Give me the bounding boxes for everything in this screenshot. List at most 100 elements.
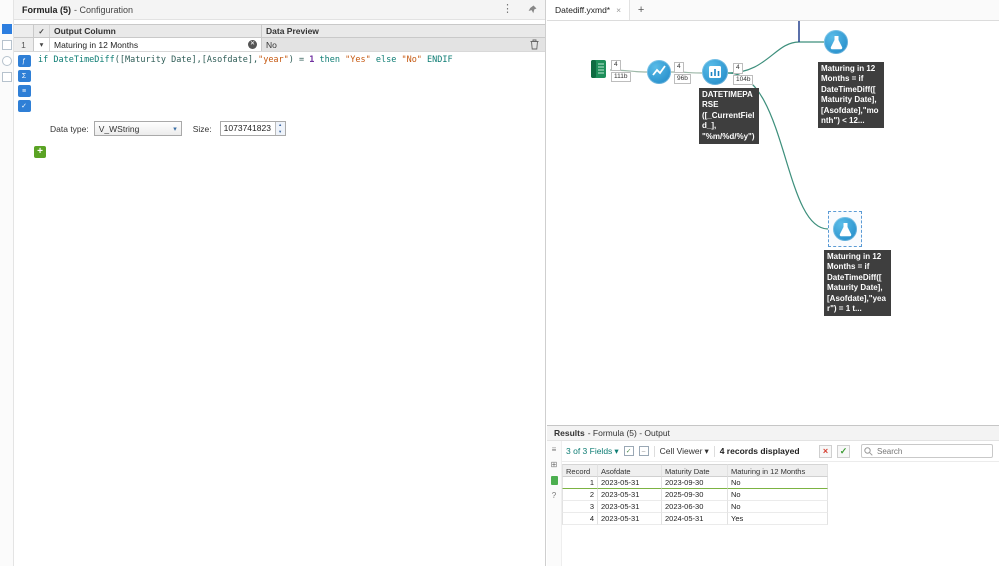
search-icon: [864, 446, 873, 458]
grid-view-icon[interactable]: ⊞: [551, 461, 558, 469]
results-left-rail: ≡ ⊞ ?: [547, 441, 562, 566]
select-tool-icon: [652, 65, 666, 76]
formula-editor: ƒ Σ ≡ ✓ if DateTimeDiff([Maturity Date],…: [14, 52, 545, 115]
select-count-badge: 4 96b: [674, 62, 691, 84]
select-tool[interactable]: [647, 60, 671, 84]
constants-icon[interactable]: ≡: [17, 85, 31, 97]
configuration-panel: Formula (5) - Configuration ⋮ ✓ Output C…: [14, 0, 546, 566]
functions-icon[interactable]: Σ: [17, 70, 31, 82]
select-all-checkbox-icon[interactable]: ✓: [623, 446, 634, 456]
output-anchor-icon[interactable]: [550, 476, 558, 485]
close-icon[interactable]: ×: [616, 5, 621, 15]
datetimeparse-annotation[interactable]: DATETIMEPARSE ([_CurrentField_], "%m/%d/…: [699, 88, 759, 144]
workflow-config-icon[interactable]: [1, 24, 12, 34]
selection-box: [828, 211, 862, 247]
step-down-icon[interactable]: ▾: [275, 128, 285, 135]
cancel-button[interactable]: ×: [819, 444, 832, 458]
chevron-down-icon[interactable]: ▾: [34, 38, 50, 51]
chevron-down-icon: ▾: [173, 125, 177, 133]
workflow-tab-label: Datediff.yxmd*: [555, 5, 611, 15]
workflow-tab-bar: Datediff.yxmd* × +: [547, 0, 999, 21]
menu-icon[interactable]: ≡: [552, 446, 557, 454]
fields-icon[interactable]: ƒ: [17, 55, 31, 67]
help-icon[interactable]: [1, 72, 12, 82]
input-count-badge: 4 111b: [611, 60, 631, 82]
data-type-select[interactable]: V_WString ▾: [93, 121, 182, 136]
data-preview-value: No: [262, 38, 523, 51]
add-expression-button[interactable]: +: [34, 146, 46, 158]
results-title: Results: [554, 428, 585, 438]
row-number: 1: [14, 38, 34, 51]
column-header-maturity-date[interactable]: Maturity Date: [662, 464, 728, 477]
check-column-header: ✓: [34, 25, 50, 37]
data-type-row: Data type: V_WString ▾ Size: 1073741823 …: [14, 115, 545, 136]
deselect-all-icon[interactable]: –: [638, 446, 649, 456]
toolbar-divider: [653, 445, 655, 457]
output-column-name: Maturing in 12 Months: [54, 39, 139, 50]
data-preview-header[interactable]: Data Preview: [262, 25, 523, 37]
multi-field-formula-tool[interactable]: [702, 59, 728, 85]
workflow-canvas[interactable]: 4 111b 4 96b 4 104b DATETIMEPARSE ([_Cur…: [547, 21, 999, 425]
interface-icon[interactable]: [1, 56, 12, 66]
toolbar-divider: [713, 445, 715, 457]
data-type-label: Data type:: [50, 123, 89, 134]
table-row[interactable]: 4 2023-05-31 2024-05-31 Yes: [562, 513, 828, 525]
expression-input[interactable]: if DateTimeDiff([Maturity Date],[Asofdat…: [34, 52, 545, 115]
fields-dropdown[interactable]: 3 of 3 Fields ▾: [566, 446, 619, 457]
results-header: Results - Formula (5) - Output: [547, 426, 999, 441]
saved-expressions-icon[interactable]: ✓: [17, 100, 31, 112]
column-header-maturing[interactable]: Maturing in 12 Months: [728, 464, 828, 477]
table-row[interactable]: 3 2023-05-31 2023-06-30 No: [562, 501, 828, 513]
formula-bottom-annotation[interactable]: Maturing in 12 Months = if DateTimeDiff(…: [824, 250, 891, 317]
input-data-icon: [591, 60, 606, 78]
formula-flask-icon: [830, 35, 842, 49]
results-table-header: Record Asofdate Maturity Date Maturing i…: [562, 464, 828, 477]
more-menu-icon[interactable]: ⋮: [502, 4, 513, 15]
configuration-title: Formula (5): [22, 4, 72, 15]
table-row[interactable]: 2 2023-05-31 2025-09-30 No: [562, 489, 828, 501]
grid-header-row: ✓ Output Column Data Preview: [14, 25, 545, 38]
results-toolbar: 3 of 3 Fields ▾ ✓ – Cell Viewer ▾ 4 reco…: [547, 441, 999, 462]
column-header-asofdate[interactable]: Asofdate: [598, 464, 662, 477]
chevron-down-icon: ▾: [614, 445, 619, 456]
pin-icon[interactable]: [528, 5, 537, 14]
size-input[interactable]: 1073741823 ▴ ▾: [219, 121, 286, 136]
multi-field-count-badge: 4 104b: [733, 63, 754, 85]
search-input[interactable]: [861, 444, 993, 458]
results-table: Record Asofdate Maturity Date Maturing i…: [562, 464, 828, 525]
delete-expression-button[interactable]: [523, 38, 545, 51]
output-columns-grid: ✓ Output Column Data Preview 1 ▾ Maturin…: [14, 24, 545, 52]
size-label: Size:: [192, 123, 212, 134]
right-pane: Datediff.yxmd* × + 4 111b 4 96b 4 104b D…: [547, 0, 999, 566]
input-data-tool[interactable]: [588, 58, 610, 82]
formula-top-annotation[interactable]: Maturing in 12 Months = if DateTimeDiff(…: [818, 62, 884, 129]
cell-viewer-dropdown[interactable]: Cell Viewer ▾: [660, 446, 709, 457]
multi-field-formula-icon: [709, 66, 721, 78]
configuration-header: Formula (5) - Configuration ⋮: [14, 0, 545, 20]
formula-tool-bottom[interactable]: [833, 217, 857, 241]
row-number-header: [14, 25, 34, 37]
new-tab-button[interactable]: +: [630, 0, 652, 20]
apply-button[interactable]: ✓: [837, 444, 850, 458]
trash-icon: [530, 39, 538, 50]
records-icon[interactable]: [1, 40, 12, 50]
formula-flask-icon: [839, 222, 851, 236]
search-box: [861, 444, 993, 458]
info-icon[interactable]: ?: [552, 492, 556, 500]
trash-column-header: [523, 25, 545, 37]
output-column-row: 1 ▾ Maturing in 12 Months ✕ No: [14, 38, 545, 52]
output-column-name-field[interactable]: Maturing in 12 Months ✕: [50, 38, 262, 51]
formula-tool-top[interactable]: [824, 30, 848, 54]
column-header-record[interactable]: Record: [562, 464, 598, 477]
formula-editor-rail: ƒ Σ ≡ ✓: [14, 52, 34, 115]
alteryx-designer-window: Formula (5) - Configuration ⋮ ✓ Output C…: [0, 0, 999, 566]
table-row[interactable]: 1 2023-05-31 2023-09-30 No: [562, 477, 828, 489]
size-stepper[interactable]: ▴ ▾: [274, 122, 285, 135]
workflow-tab[interactable]: Datediff.yxmd* ×: [547, 0, 631, 20]
chevron-down-icon: ▾: [704, 445, 709, 456]
records-count: 4 records displayed: [719, 446, 800, 456]
results-panel: Results - Formula (5) - Output 3 of 3 Fi…: [547, 425, 999, 566]
clear-icon[interactable]: ✕: [248, 40, 257, 49]
app-left-rail: [0, 0, 14, 566]
output-column-header[interactable]: Output Column: [50, 25, 262, 37]
